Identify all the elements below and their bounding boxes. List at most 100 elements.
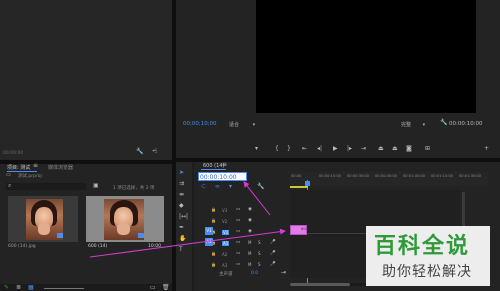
mute-icon[interactable]: M (248, 251, 251, 257)
watermark-title: 百科全说 (374, 234, 471, 259)
lock-icon[interactable]: 🔒 (211, 251, 216, 257)
eye-icon[interactable]: ◉ (248, 218, 252, 224)
watermark-box: 百科全说 助你轻松解决 (366, 226, 490, 286)
track-header-v2: 🔒 V2 ▭ ◉ (206, 216, 288, 227)
photo-hand (38, 223, 50, 235)
sequence-badge-icon (138, 233, 144, 238)
microphone-icon[interactable]: 🎤 (270, 251, 276, 257)
eye-icon[interactable]: ◉ (248, 229, 252, 235)
track-label: A2 (222, 252, 228, 257)
selection-tool-icon[interactable]: ➤ (179, 170, 184, 176)
source-patch-v1[interactable]: V1 (205, 227, 213, 235)
sync-lock-icon[interactable]: ▭ (236, 207, 240, 213)
add-marker-icon[interactable]: ▾ (229, 184, 232, 190)
mute-icon[interactable]: M (248, 240, 251, 246)
extract-icon[interactable]: ⏏ (392, 146, 398, 152)
sync-lock-icon[interactable]: ▭ (236, 229, 240, 235)
clip-thumbnail-2[interactable] (86, 196, 164, 242)
clip2-name: 600 (14) (88, 244, 108, 249)
tab-project[interactable]: 项目: 测试 (7, 164, 30, 171)
master-label: 主声道 (219, 272, 233, 277)
lock-icon[interactable]: 🔒 (211, 262, 216, 268)
mark-in-bracket-icon[interactable]: { (275, 146, 279, 152)
timeline-scroll-thumb[interactable] (290, 283, 350, 286)
step-forward-icon[interactable]: |▸ (347, 146, 352, 152)
microphone-icon[interactable]: 🎤 (270, 262, 276, 268)
pen-tool-icon[interactable]: ✒ (179, 225, 184, 231)
fit-dropdown[interactable]: 适合 ▾ (229, 121, 255, 128)
watermark-subtitle: 助你轻松解决 (382, 264, 472, 280)
pencil-icon[interactable]: ✎ (4, 285, 9, 291)
eye-icon[interactable]: ◉ (248, 207, 252, 213)
search-icon: ⌕ (8, 182, 12, 189)
project-file-icon: ▭ (6, 172, 11, 178)
sync-lock-icon[interactable]: ▭ (236, 251, 240, 257)
solo-icon[interactable]: S (258, 240, 261, 246)
list-view-icon[interactable]: ≣ (16, 285, 21, 291)
trash-icon[interactable]: 🗑 (162, 285, 170, 291)
filter-icon[interactable]: ⩤ (152, 149, 157, 155)
wrench-icon[interactable]: 🔧 (136, 149, 143, 155)
lock-icon[interactable]: 🔒 (211, 218, 216, 224)
slip-tool-icon[interactable]: |↔| (179, 214, 188, 220)
clip2-duration: 10:00 (148, 244, 161, 249)
mark-in-icon[interactable]: ▾ (255, 146, 258, 152)
go-to-out-icon[interactable]: ⇥ (361, 146, 366, 152)
timeline-clip-v1[interactable]: 600 (290, 225, 308, 235)
quality-label: 完整 (401, 122, 412, 128)
clip1-name: 600 (14).jpg (8, 244, 36, 249)
lock-icon[interactable]: 🔒 (211, 207, 216, 213)
chevron-down-icon: ▾ (252, 122, 256, 128)
timeline-timecode-input[interactable]: 00:00:10:00 (198, 172, 247, 181)
button-editor-icon[interactable]: ⊞ (425, 146, 430, 152)
solo-icon[interactable]: S (258, 262, 261, 268)
solo-icon[interactable]: S (258, 251, 261, 257)
tab-media-browser[interactable]: 媒体浏览器 (48, 164, 73, 171)
sync-lock-icon[interactable]: ▭ (236, 218, 240, 224)
menu-icon[interactable]: ≡ (33, 163, 38, 169)
ruler-label: 00:00:30:00 (347, 174, 369, 178)
sync-lock-icon[interactable]: ▭ (236, 240, 240, 246)
wrench-icon[interactable]: 🔧 (257, 184, 264, 190)
hand-tool-icon[interactable]: ✋ (179, 236, 186, 242)
type-tool-icon[interactable]: T (179, 247, 183, 253)
step-back-icon[interactable]: ◂| (317, 146, 322, 152)
source-panel (0, 0, 172, 160)
timeline-tab-underline (201, 169, 226, 170)
go-to-end-icon[interactable]: ⇥ (281, 270, 286, 276)
source-patch-a1[interactable]: A1 (205, 238, 213, 246)
clip-thumbnail-1[interactable] (8, 196, 78, 242)
microphone-icon[interactable]: 🎤 (270, 240, 276, 246)
source-timecode: 00:00:00 (3, 151, 24, 156)
menu-icon[interactable]: ≡ (222, 162, 227, 168)
snap-icon[interactable]: ⊂ (201, 184, 206, 190)
play-icon[interactable]: ▶ (333, 146, 338, 152)
fit-label: 适合 (229, 122, 240, 128)
quality-dropdown[interactable]: 完整 ▾ (401, 121, 425, 128)
add-icon[interactable]: + (484, 146, 489, 152)
new-bin-icon[interactable]: ▣ (93, 183, 99, 189)
wrench-icon[interactable]: 🔧 (440, 120, 447, 126)
program-timecode-right: 00:00:10:00 (449, 121, 483, 127)
razor-tool-icon[interactable]: ◆ (179, 203, 184, 209)
icon-view-icon[interactable]: ▦ (28, 285, 34, 291)
camera-icon[interactable]: ◙ (406, 146, 412, 152)
master-value[interactable]: 0.0 (251, 271, 258, 276)
linked-selection-icon[interactable]: ∞ (215, 184, 220, 190)
go-to-in-icon[interactable]: ⇤ (302, 146, 307, 152)
tab-underline (7, 171, 37, 172)
ripple-tool-icon[interactable]: ⇹ (179, 192, 184, 198)
track-header-a2: 🔒 A2 ▭ M S 🎤 (206, 249, 288, 260)
track-select-tool-icon[interactable]: ⇉ (179, 181, 184, 187)
lift-icon[interactable]: ⏏ (378, 146, 384, 152)
mute-icon[interactable]: M (248, 262, 251, 268)
program-monitor-screen (256, 0, 476, 113)
bin-icon[interactable]: ▭ (150, 285, 156, 291)
search-input[interactable] (6, 183, 86, 190)
zoom-slider[interactable] (44, 288, 84, 289)
track-label: V1 (222, 230, 230, 235)
mark-out-bracket-icon[interactable]: } (287, 146, 291, 152)
ruler-label: 00:00 (291, 174, 302, 178)
sync-lock-icon[interactable]: ▭ (236, 262, 240, 268)
track-header-a3: 🔒 A3 ▭ M S 🎤 (206, 260, 288, 271)
